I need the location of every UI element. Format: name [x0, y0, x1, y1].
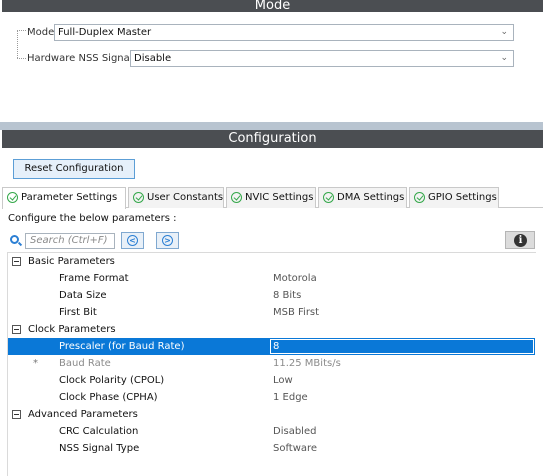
param-label: Data Size	[59, 290, 107, 301]
param-row-clock-polarity[interactable]: Clock Polarity (CPOL) Low	[8, 372, 535, 389]
collapse-icon[interactable]	[12, 325, 21, 334]
param-value: MSB First	[273, 307, 320, 318]
tab-label: Parameter Settings	[21, 192, 118, 203]
arrow-left-icon: <	[127, 235, 138, 246]
group-label: Basic Parameters	[28, 256, 115, 267]
param-row-prescaler[interactable]: Prescaler (for Baud Rate) 8	[8, 338, 535, 355]
mode-select[interactable]: Full-Duplex Master ⌄	[54, 24, 514, 41]
section-divider	[0, 122, 543, 130]
reset-configuration-button[interactable]: Reset Configuration	[13, 159, 135, 179]
param-value: Low	[273, 375, 293, 386]
group-label: Advanced Parameters	[28, 409, 138, 420]
tab-label: User Constants	[147, 192, 224, 203]
check-circle-icon	[231, 192, 242, 203]
tab-dma-settings[interactable]: DMA Settings	[318, 187, 407, 208]
group-basic-parameters[interactable]: Basic Parameters	[8, 253, 535, 270]
tab-parameter-settings[interactable]: Parameter Settings	[2, 187, 126, 209]
param-row-first-bit[interactable]: First Bit MSB First	[8, 304, 535, 321]
tab-nvic-settings[interactable]: NVIC Settings	[226, 187, 316, 208]
tab-gpio-settings[interactable]: GPIO Settings	[409, 187, 499, 208]
chevron-down-icon: ⌄	[500, 53, 508, 63]
tree-connector	[17, 30, 18, 58]
collapse-icon[interactable]	[12, 410, 21, 419]
collapse-icon[interactable]	[12, 257, 21, 266]
param-label: Clock Phase (CPHA)	[59, 392, 158, 403]
search-icon[interactable]	[10, 235, 19, 244]
param-row-baud-rate[interactable]: * Baud Rate 11.25 MBits/s	[8, 355, 535, 372]
param-label: Prescaler (for Baud Rate)	[59, 341, 185, 352]
tree-connector	[17, 58, 26, 59]
param-value: Motorola	[273, 273, 317, 284]
tab-label: DMA Settings	[337, 192, 405, 203]
arrow-right-icon: >	[162, 235, 173, 246]
group-label: Clock Parameters	[28, 324, 116, 335]
param-label: NSS Signal Type	[59, 443, 140, 454]
search-next-button[interactable]: >	[156, 232, 179, 249]
param-value: Software	[273, 443, 318, 454]
mode-section-header: Mode	[2, 0, 543, 12]
group-advanced-parameters[interactable]: Advanced Parameters	[8, 406, 535, 423]
search-input[interactable]: Search (Ctrl+F)	[25, 233, 115, 249]
chevron-down-icon: ⌄	[500, 27, 508, 37]
param-row-clock-phase[interactable]: Clock Phase (CPHA) 1 Edge	[8, 389, 535, 406]
check-circle-icon	[323, 192, 334, 203]
configure-instruction: Configure the below parameters :	[8, 213, 177, 224]
derived-marker: *	[33, 358, 38, 369]
hardware-nss-label: Hardware NSS Signal	[27, 53, 133, 64]
info-button[interactable]: i	[505, 231, 535, 249]
settings-tabs: Parameter Settings User Constants NVIC S…	[2, 187, 543, 209]
search-previous-button[interactable]: <	[121, 232, 144, 249]
param-label: Frame Format	[59, 273, 129, 284]
tab-user-constants[interactable]: User Constants	[128, 187, 224, 208]
group-clock-parameters[interactable]: Clock Parameters	[8, 321, 535, 338]
param-row-nss-signal-type[interactable]: NSS Signal Type Software	[8, 440, 535, 457]
hardware-nss-value: Disable	[134, 53, 172, 64]
param-row-data-size[interactable]: Data Size 8 Bits	[8, 287, 535, 304]
param-row-frame-format[interactable]: Frame Format Motorola	[8, 270, 535, 287]
param-value: Disabled	[273, 426, 317, 437]
param-label: Clock Polarity (CPOL)	[59, 375, 165, 386]
prescaler-value-input[interactable]: 8	[270, 339, 534, 354]
configuration-title: Configuration	[228, 131, 317, 146]
check-circle-icon	[414, 192, 425, 203]
param-label: CRC Calculation	[59, 426, 139, 437]
check-circle-icon	[7, 192, 18, 203]
check-circle-icon	[133, 192, 144, 203]
param-value: 8 Bits	[273, 290, 302, 301]
mode-label: Mode	[27, 27, 55, 38]
tab-label: GPIO Settings	[428, 192, 497, 203]
info-icon: i	[514, 234, 527, 247]
configuration-section-header: Configuration	[2, 130, 543, 148]
tree-connector	[17, 30, 26, 31]
mode-select-value: Full-Duplex Master	[58, 27, 152, 38]
param-value: 1 Edge	[273, 392, 308, 403]
param-label: First Bit	[59, 307, 97, 318]
param-value: 11.25 MBits/s	[273, 358, 341, 369]
tab-label: NVIC Settings	[245, 192, 314, 203]
param-label: Baud Rate	[59, 358, 111, 369]
hardware-nss-select[interactable]: Disable ⌄	[130, 50, 514, 67]
param-row-crc-calculation[interactable]: CRC Calculation Disabled	[8, 423, 535, 440]
